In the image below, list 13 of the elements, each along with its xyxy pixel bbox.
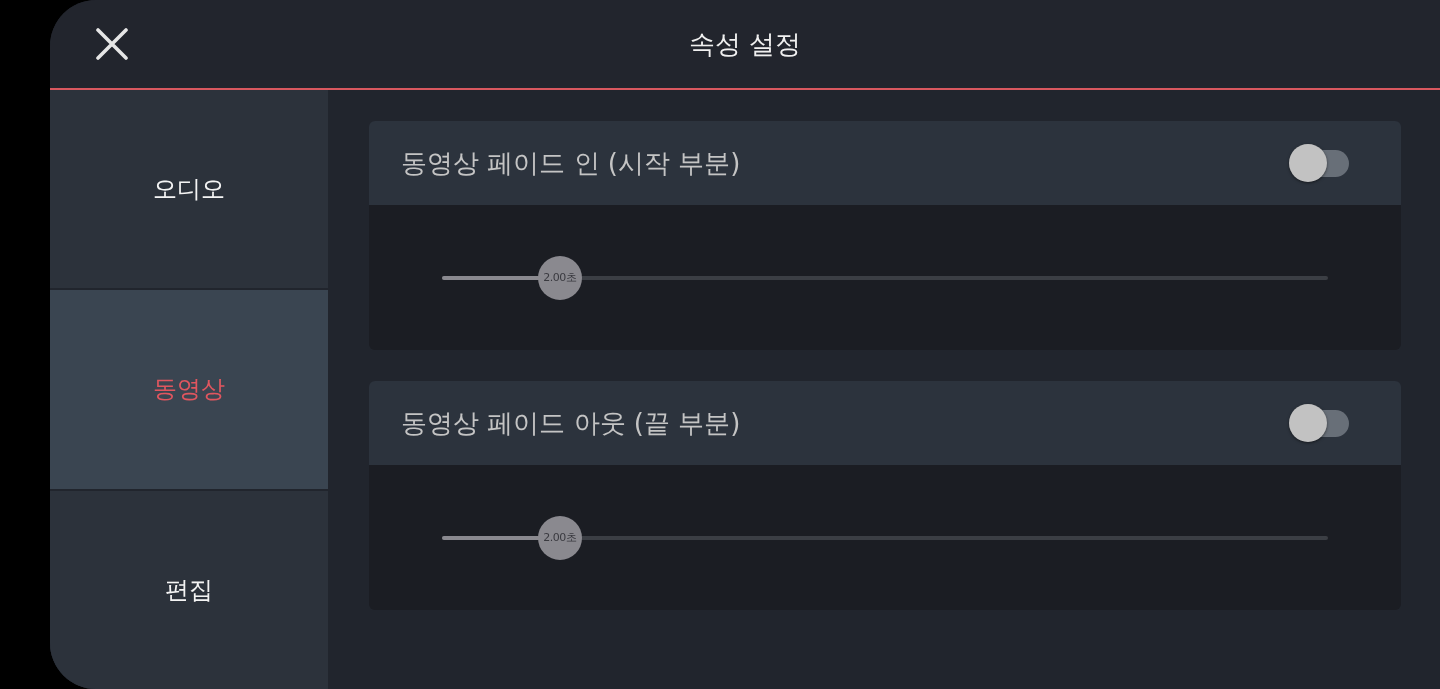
toggle-switch[interactable] (1289, 144, 1349, 182)
setting-title: 동영상 페이드 아웃 (끝 부분) (401, 406, 741, 440)
sidebar-item[interactable]: 오디오 (50, 90, 328, 289)
sidebar-item[interactable]: 편집 (50, 490, 328, 689)
setting-title: 동영상 페이드 인 (시작 부분) (401, 146, 741, 180)
close-icon (96, 28, 128, 60)
slider-thumb[interactable]: 2.00초 (537, 255, 582, 300)
window-title: 속성 설정 (688, 27, 802, 61)
slider-thumb[interactable]: 2.00초 (537, 515, 582, 560)
sidebar-item[interactable]: 동영상 (50, 290, 328, 489)
toggle-switch[interactable] (1289, 404, 1349, 442)
slider-track[interactable]: 2.00초 (442, 255, 1328, 300)
slider-track[interactable]: 2.00초 (442, 515, 1328, 560)
